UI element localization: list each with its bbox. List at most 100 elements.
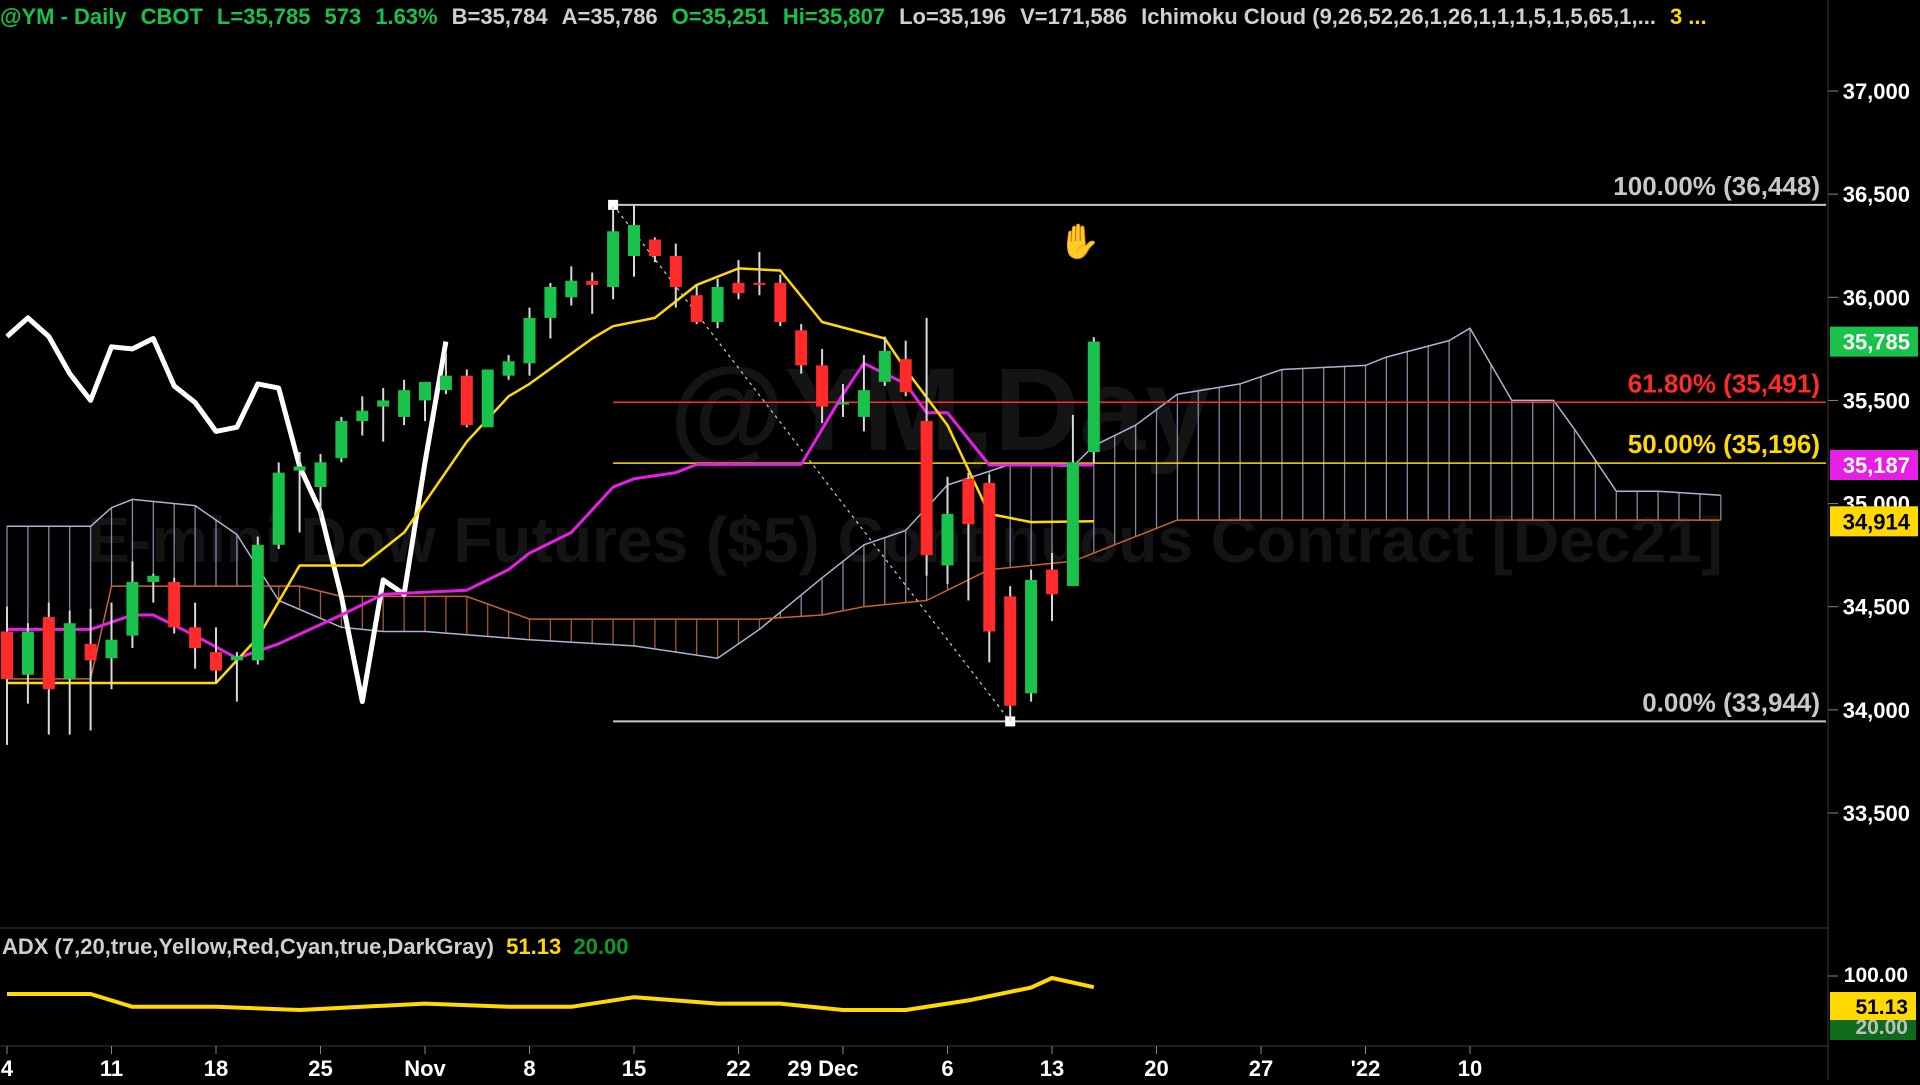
candle-body[interactable] (42, 617, 55, 690)
candle-body[interactable] (962, 478, 975, 525)
y-tick-label: 34,000 (1843, 698, 1910, 723)
fib-level-label: 0.00% (33,944) (1642, 687, 1820, 717)
fib-level-label: 50.00% (35,196) (1628, 429, 1820, 459)
candle-body[interactable] (189, 627, 202, 648)
candle-body[interactable] (878, 350, 891, 382)
candle-body[interactable] (753, 282, 766, 285)
candle-body[interactable] (690, 295, 703, 323)
candle-body[interactable] (920, 421, 933, 556)
y-tick-label: 33,500 (1843, 801, 1910, 826)
adx-label[interactable]: ADX (7,20,true,Yellow,Red,Cyan,true,Dark… (2, 934, 494, 959)
x-tick-label: 22 (726, 1056, 750, 1080)
candle-body[interactable] (481, 369, 494, 428)
candle-body[interactable] (983, 482, 996, 632)
x-tick-label: 20 (1144, 1056, 1168, 1080)
candle-body[interactable] (1087, 341, 1100, 452)
candle-body[interactable] (523, 317, 536, 364)
candle-body[interactable] (586, 280, 599, 285)
volume-value: V=171,586 (1020, 4, 1128, 29)
candle-body[interactable] (419, 381, 431, 401)
candle-body[interactable] (230, 656, 243, 661)
candle-body[interactable] (711, 286, 724, 323)
candle-body[interactable] (210, 652, 222, 671)
fib-level-label: 61.80% (35,491) (1628, 368, 1820, 398)
candle-body[interactable] (63, 623, 76, 679)
x-tick-label: Nov (404, 1056, 446, 1080)
x-tick-label: 25 (308, 1056, 332, 1080)
adx-header: ADX (7,20,true,Yellow,Red,Cyan,true,Dark… (2, 934, 629, 960)
ask-price: A=35,786 (561, 4, 658, 29)
x-tick-label: 18 (204, 1056, 228, 1080)
hand-cursor-icon: ✋ (1058, 223, 1101, 261)
candle-body[interactable] (837, 402, 849, 405)
price-chart[interactable]: @YM,Day E-mini Dow Futures ($5) Continuo… (0, 0, 1920, 1081)
x-tick-label: 15 (622, 1056, 646, 1080)
candle-body[interactable] (502, 361, 515, 376)
x-tick-label: 8 (523, 1056, 535, 1080)
candle-body[interactable] (857, 390, 870, 417)
candle-body[interactable] (816, 365, 829, 407)
watermark-symbol: @YM,Day (669, 344, 1210, 476)
x-tick-label: '22 (1351, 1056, 1381, 1080)
x-tick-label: 6 (941, 1056, 953, 1080)
candle-body[interactable] (544, 286, 557, 318)
x-tick-label: 11 (100, 1056, 123, 1080)
candle-body[interactable] (607, 231, 620, 287)
candle-body[interactable] (565, 280, 578, 298)
candle-body[interactable] (732, 282, 745, 294)
candle-body[interactable] (335, 421, 348, 459)
candle-body[interactable] (439, 375, 452, 391)
candle-body[interactable] (147, 575, 160, 582)
change-value: 573 (324, 4, 362, 29)
low-price: Lo=35,196 (899, 4, 1007, 29)
candle-body[interactable] (795, 330, 808, 366)
adx-value-badge: 51.13 (1855, 996, 1908, 1019)
y-tick-label: 35,500 (1843, 388, 1910, 413)
price-badge: 35,187 (1843, 453, 1910, 478)
indicator-label[interactable]: Ichimoku Cloud (9,26,52,26,1,26,1,1,1,5,… (1141, 4, 1656, 29)
x-tick-label: 10 (1458, 1056, 1482, 1080)
y-tick-label: 34,500 (1843, 595, 1910, 620)
x-tick-label: 27 (1249, 1056, 1273, 1080)
candle-body[interactable] (168, 581, 181, 628)
candle-body[interactable] (1025, 579, 1038, 694)
symbol-header: @YM - Daily CBOT L=35,785 573 1.63% B=35,784 A… (0, 0, 1721, 34)
candle-body[interactable] (648, 239, 661, 257)
candle-body[interactable] (774, 282, 787, 323)
candle-body[interactable] (356, 410, 369, 422)
candle-body[interactable] (84, 643, 97, 661)
adx-axis-label: 100.00 (1844, 964, 1908, 987)
candle-body[interactable] (105, 639, 118, 659)
x-tick-label: 13 (1040, 1056, 1064, 1080)
candle-body[interactable] (251, 544, 264, 661)
last-price: L=35,785 (216, 4, 311, 29)
adx-value: 51.13 (506, 934, 562, 959)
y-tick-label: 36,000 (1843, 285, 1910, 310)
candle-body[interactable] (314, 462, 327, 488)
candle-body[interactable] (1, 631, 13, 679)
open-price: O=35,251 (671, 4, 769, 29)
candle-body[interactable] (628, 225, 640, 257)
change-percent: 1.63% (375, 4, 438, 29)
candle-body[interactable] (899, 359, 912, 393)
more-indicators[interactable]: 3 ... (1670, 4, 1707, 29)
candle-body[interactable] (1004, 596, 1017, 706)
candle-body[interactable] (1046, 569, 1058, 595)
candle-body[interactable] (126, 581, 139, 636)
candle-body[interactable] (669, 256, 682, 287)
candle-body[interactable] (1066, 462, 1079, 587)
candle-body[interactable] (941, 513, 954, 566)
candle-body[interactable] (272, 472, 285, 545)
candle-body[interactable] (460, 375, 473, 426)
candle-body[interactable] (293, 466, 306, 471)
fib-level-label: 100.00% (36,448) (1613, 171, 1820, 201)
price-badge: 35,785 (1843, 330, 1910, 355)
symbol-label[interactable]: @YM - Daily (0, 4, 127, 29)
candle-body[interactable] (398, 390, 411, 417)
candle-body[interactable] (377, 400, 390, 407)
chart-stage[interactable]: @YM,Day E-mini Dow Futures ($5) Continuo… (0, 0, 1920, 1081)
candle-body[interactable] (21, 631, 34, 675)
x-tick-label: 4 (1, 1056, 14, 1080)
bid-price: B=35,784 (451, 4, 548, 29)
price-badge: 34,914 (1843, 509, 1911, 534)
